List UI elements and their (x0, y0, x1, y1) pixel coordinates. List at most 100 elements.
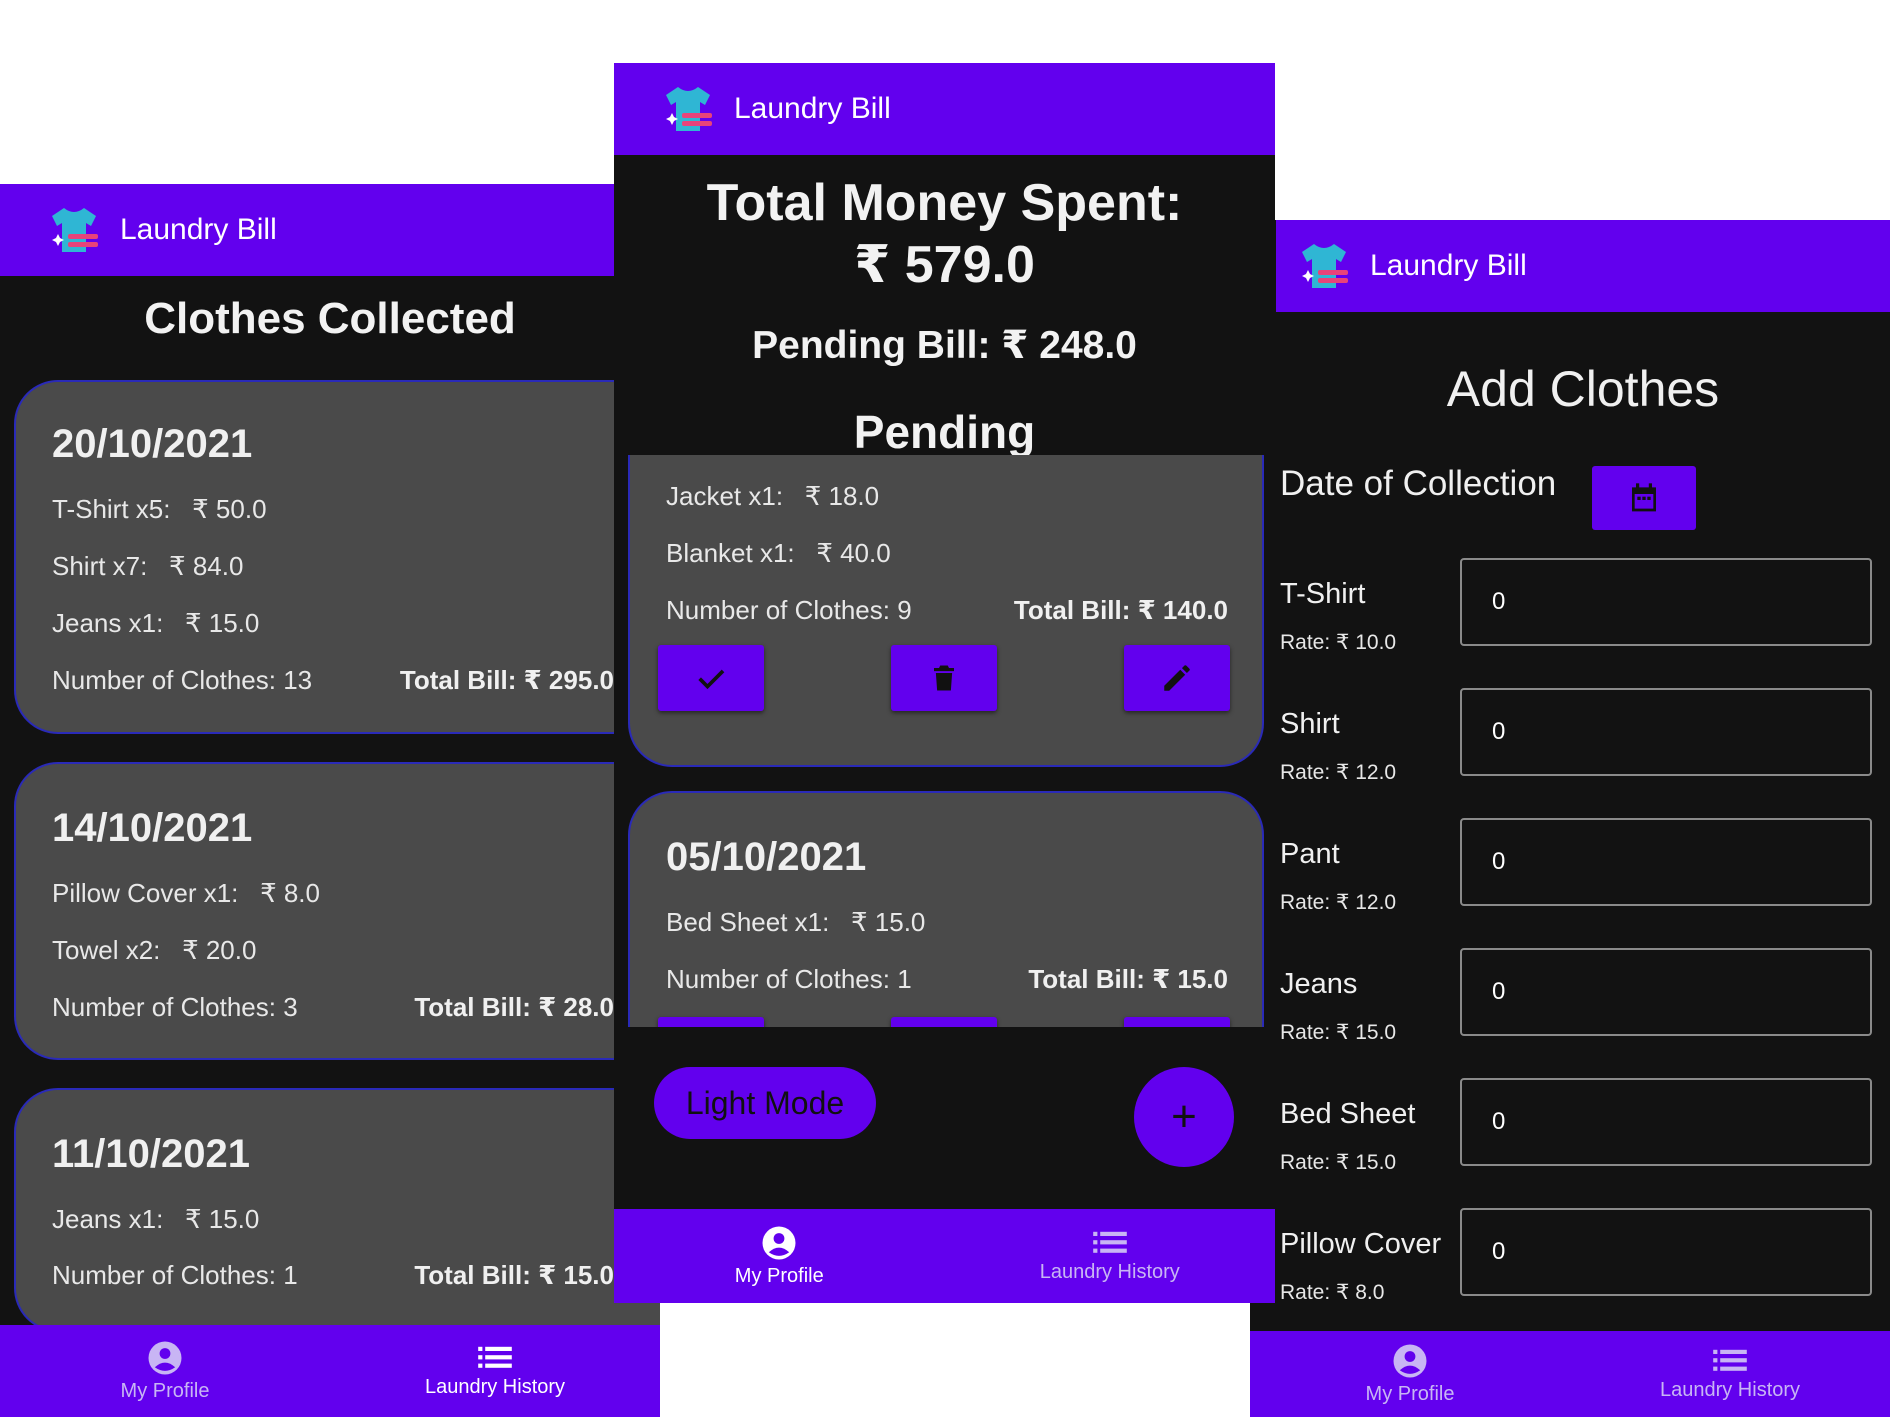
total-bill: Total Bill: ₹ 15.0 (1028, 964, 1228, 994)
pillowcover-quantity-input[interactable] (1460, 1208, 1872, 1296)
item-line: Jeans x1: ₹ 15.0 (52, 608, 259, 639)
field-label: Jeans (1280, 968, 1358, 1000)
card-date: 20/10/2021 (52, 422, 253, 466)
item-line: Pillow Cover x1: ₹ 8.0 (52, 878, 320, 909)
field-rate: Rate: ₹ 15.0 (1280, 1151, 1397, 1174)
item-price: ₹ 15.0 (184, 608, 260, 638)
mark-paid-button[interactable] (658, 1017, 764, 1027)
app-title: Laundry Bill (120, 213, 277, 246)
page-title: Clothes Collected (144, 294, 516, 343)
item-line: Shirt x7: ₹ 84.0 (52, 551, 243, 582)
item-price: ₹ 18.0 (804, 481, 880, 511)
total-bill: Total Bill: ₹ 28.0 (414, 992, 614, 1022)
pending-heading: Pending (853, 406, 1036, 458)
item-price: ₹ 8.0 (260, 878, 320, 908)
total-bill: Total Bill: ₹ 140.0 (1013, 595, 1228, 625)
bottom-nav: My Profile Laundry History (614, 1209, 1275, 1303)
history-card: 11/10/2021 Jeans x1: ₹ 15.0 Number of Cl… (14, 1088, 660, 1332)
item-label: Pillow Cover x1: (52, 878, 239, 908)
add-fab[interactable]: + (1134, 1067, 1234, 1167)
item-line: Blanket x1: ₹ 40.0 (666, 538, 891, 569)
app-bar: Laundry Bill (0, 184, 660, 276)
item-line: Towel x2: ₹ 20.0 (52, 935, 256, 966)
field-label: Shirt (1280, 708, 1340, 740)
item-label: T-Shirt x5: (52, 494, 171, 524)
field-label: T-Shirt (1280, 578, 1366, 610)
nav-label: My Profile (734, 1264, 824, 1287)
item-price: ₹ 15.0 (184, 1204, 260, 1234)
bottom-nav: My Profile Laundry History (0, 1325, 660, 1417)
item-label: Jacket x1: (666, 481, 784, 511)
field-rate: Rate: ₹ 15.0 (1280, 1021, 1397, 1044)
total-bill: Total Bill: ₹ 295.0 (399, 665, 614, 695)
history-card: 20/10/2021 T-Shirt x5: ₹ 50.0 Shirt x7: … (14, 380, 660, 734)
pending-scroll-clip: 05/10/2021 Bed Sheet x1: ₹ 15.0 Number o… (614, 781, 1275, 1027)
clothes-count: Number of Clothes: 13 (52, 665, 313, 695)
field-label: Bed Sheet (1280, 1098, 1416, 1130)
date-picker-button[interactable] (1592, 466, 1696, 530)
jeans-quantity-input[interactable] (1460, 948, 1872, 1036)
nav-my-profile[interactable]: My Profile (614, 1209, 945, 1303)
shirt-quantity-input[interactable] (1460, 688, 1872, 776)
list-icon (1092, 1231, 1127, 1253)
shirt-logo-icon (52, 208, 98, 252)
clothes-count: Number of Clothes: 9 (666, 595, 912, 625)
list-icon (478, 1346, 512, 1368)
pant-quantity-input[interactable] (1460, 818, 1872, 906)
field-label: Pillow Cover (1280, 1228, 1442, 1260)
profile-screen: Laundry Bill Total Money Spent: ₹ 579.0 … (614, 63, 1275, 1303)
total-spent-value: ₹ 579.0 (854, 236, 1035, 294)
trash-icon (934, 665, 954, 691)
delete-button[interactable] (891, 645, 997, 711)
item-line: T-Shirt x5: ₹ 50.0 (52, 494, 267, 525)
nav-my-profile[interactable]: My Profile (1250, 1331, 1570, 1417)
delete-button[interactable] (891, 1017, 997, 1027)
pending-bill: Pending Bill: ₹ 248.0 (752, 324, 1137, 367)
check-icon (698, 669, 725, 690)
nav-my-profile[interactable]: My Profile (0, 1325, 330, 1417)
shirt-logo-icon (666, 87, 712, 131)
add-form: Add Clothes Date of Collection T-Shirt R… (1276, 220, 1890, 1320)
item-label: Jeans x1: (52, 1204, 164, 1234)
field-rate: Rate: ₹ 12.0 (1280, 891, 1397, 914)
nav-laundry-history[interactable]: Laundry History (1570, 1331, 1890, 1417)
total-spent-label: Total Money Spent: (706, 174, 1183, 232)
card-date: 11/10/2021 (52, 1132, 250, 1176)
item-label: Bed Sheet x1: (666, 907, 830, 937)
account-circle-icon (1393, 1344, 1427, 1377)
app-title: Laundry Bill (734, 92, 891, 125)
field-rate: Rate: ₹ 8.0 (1280, 1281, 1385, 1304)
nav-label: My Profile (1365, 1382, 1455, 1405)
bedsheet-quantity-input[interactable] (1460, 1078, 1872, 1166)
nav-laundry-history[interactable]: Laundry History (330, 1325, 660, 1417)
total-bill: Total Bill: ₹ 15.0 (414, 1260, 614, 1290)
mark-paid-button[interactable] (658, 645, 764, 711)
pencil-icon (1164, 665, 1190, 691)
bottom-nav: My Profile Laundry History (1250, 1331, 1890, 1417)
app-bar: Laundry Bill (614, 63, 1275, 155)
item-label: Shirt x7: (52, 551, 148, 581)
edit-button[interactable] (1124, 1017, 1230, 1027)
history-screen: Laundry Bill Clothes Collected 20/10/202… (0, 184, 660, 1417)
card-date: 14/10/2021 (52, 806, 253, 850)
item-line: Jacket x1: ₹ 18.0 (666, 481, 879, 512)
account-circle-icon (762, 1226, 796, 1259)
item-price: ₹ 40.0 (816, 538, 891, 568)
item-price: ₹ 50.0 (192, 494, 267, 524)
item-label: Blanket x1: (666, 538, 795, 568)
pending-card: 05/10/2021 Bed Sheet x1: ₹ 15.0 Number o… (628, 791, 1264, 1027)
nav-label: Laundry History (424, 1375, 566, 1398)
edit-button[interactable] (1124, 645, 1230, 711)
item-line: Jeans x1: ₹ 15.0 (52, 1204, 259, 1235)
date-label: Date of Collection (1280, 464, 1557, 503)
nav-laundry-history[interactable]: Laundry History (945, 1209, 1276, 1303)
nav-label: My Profile (120, 1379, 210, 1402)
history-card: 14/10/2021 Pillow Cover x1: ₹ 8.0 Towel … (14, 762, 660, 1060)
light-mode-button[interactable]: Light Mode (654, 1067, 876, 1139)
tshirt-quantity-input[interactable] (1460, 558, 1872, 646)
account-circle-icon (148, 1341, 182, 1374)
item-label: Towel x2: (52, 935, 161, 965)
field-rate: Rate: ₹ 10.0 (1280, 631, 1397, 654)
page-title: Add Clothes (1446, 361, 1720, 417)
clothes-count: Number of Clothes: 1 (52, 1260, 298, 1290)
